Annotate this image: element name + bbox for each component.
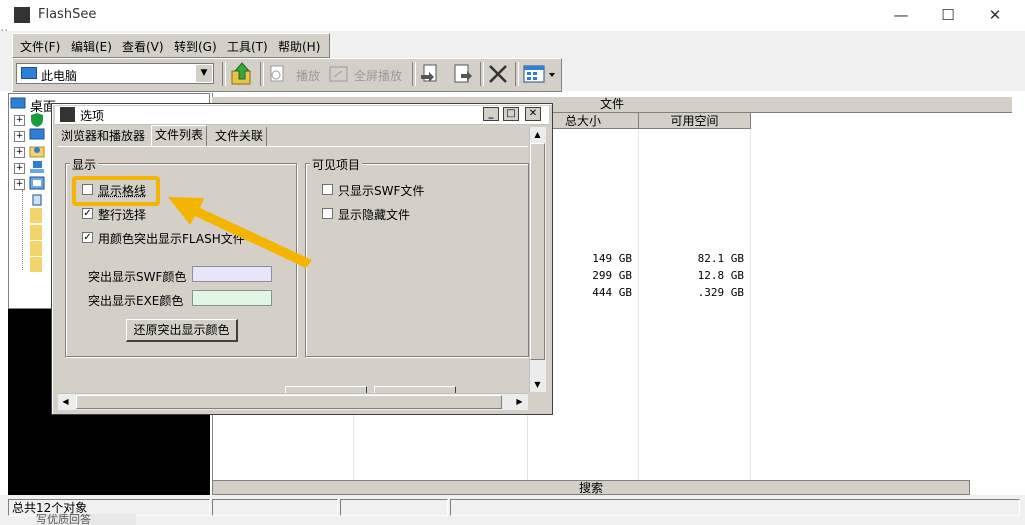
close-button[interactable]: ✕: [972, 2, 1018, 28]
tree-expand-toggle[interactable]: +: [14, 179, 25, 190]
play-icon[interactable]: [268, 64, 288, 84]
restore-highlight-colors-button[interactable]: 还原突出显示颜色: [126, 319, 238, 342]
dialog-title: 选项: [80, 107, 104, 124]
folder-icon: [30, 225, 42, 240]
menu-view[interactable]: 查看(V): [122, 38, 164, 55]
tree-expand-toggle[interactable]: +: [14, 163, 25, 174]
status-cell: [212, 499, 338, 516]
show-hidden-checkbox[interactable]: [322, 208, 333, 219]
location-dropdown[interactable]: 此电脑 ▼: [16, 63, 214, 84]
title-bar: [0, 0, 1025, 31]
shield-icon: [29, 112, 45, 128]
copy-to-icon[interactable]: [418, 62, 442, 86]
menu-help[interactable]: 帮助(H): [278, 38, 320, 55]
scroll-down-arrow[interactable]: ▼: [530, 377, 545, 392]
tree-expand-toggle[interactable]: +: [14, 115, 25, 126]
exe-color-swatch[interactable]: [192, 290, 272, 306]
tab-browser-player[interactable]: 浏览器和播放器: [58, 127, 148, 146]
row-total-size: 444 GB: [560, 286, 632, 299]
toolbar-separator: [222, 62, 226, 86]
scroll-up-arrow[interactable]: ▲: [530, 127, 545, 142]
tree-expand-toggle[interactable]: +: [14, 147, 25, 158]
dialog-close-button[interactable]: ✕: [525, 107, 541, 121]
folder-icon: [30, 208, 42, 223]
monitor-icon: [29, 128, 45, 142]
search-button[interactable]: 搜索: [212, 480, 970, 495]
toolbar-separator: [480, 62, 484, 86]
maximize-button[interactable]: ☐: [925, 2, 971, 28]
tab-file-list[interactable]: 文件列表: [151, 125, 207, 146]
row-free-space: 12.8 GB: [660, 269, 744, 282]
window-title: FlashSee: [38, 7, 96, 22]
tree-guide-line: [22, 190, 24, 270]
swf-only-checkbox[interactable]: [322, 184, 333, 195]
show-hidden-label[interactable]: 显示隐藏文件: [338, 206, 410, 223]
play-button[interactable]: 播放: [296, 67, 320, 89]
visible-items-group-title: 可见项目: [310, 156, 362, 173]
highlight-flash-checkbox[interactable]: ✓: [82, 232, 93, 243]
toolbar-separator: [412, 62, 416, 86]
fullscreen-icon[interactable]: [328, 64, 350, 84]
menu-edit[interactable]: 编辑(E): [71, 38, 112, 55]
bottom-tab[interactable]: 写优质回答: [36, 514, 136, 525]
network-icon: [29, 160, 45, 174]
dialog-app-icon: [60, 107, 75, 122]
move-to-icon[interactable]: [451, 62, 475, 86]
full-row-select-checkbox[interactable]: ✓: [82, 208, 93, 219]
grid-line: [750, 130, 751, 480]
row-free-space: .329 GB: [660, 286, 744, 299]
toolbar-separator: [515, 62, 519, 86]
minimize-button[interactable]: —: [878, 2, 924, 28]
up-folder-icon[interactable]: [230, 61, 254, 87]
desktop-icon: [10, 97, 26, 109]
display-group-title: 显示: [70, 156, 98, 173]
annotation-arrow-icon: [160, 180, 320, 270]
row-free-space: 82.1 GB: [660, 252, 744, 265]
exe-color-label: 突出显示EXE颜色: [88, 292, 183, 309]
user-folder-icon: [29, 144, 45, 158]
folder-icon: [30, 241, 42, 256]
delete-icon[interactable]: [487, 63, 509, 85]
row-total-size: 149 GB: [560, 252, 632, 265]
menu-tools[interactable]: 工具(T): [227, 38, 268, 55]
toolbar-separator: [260, 62, 264, 86]
swf-only-label[interactable]: 只显示SWF文件: [338, 182, 424, 199]
scroll-thumb-horizontal[interactable]: [76, 395, 502, 409]
column-header-free-space[interactable]: 可用空间: [639, 113, 751, 129]
scroll-left-arrow[interactable]: ◀: [58, 394, 73, 409]
computer-icon: [21, 67, 37, 79]
full-row-select-label[interactable]: 整行选择: [98, 206, 146, 223]
location-value: 此电脑: [41, 67, 77, 84]
grid-line: [638, 130, 639, 480]
menu-file[interactable]: 文件(F): [20, 38, 60, 55]
tab-file-association[interactable]: 文件关联: [212, 127, 267, 146]
scroll-thumb[interactable]: [530, 143, 545, 360]
tab-divider: [58, 146, 528, 147]
swf-color-label: 突出显示SWF颜色: [88, 268, 186, 285]
fullscreen-play-button[interactable]: 全屏播放: [354, 67, 402, 89]
folder-icon: [30, 257, 42, 272]
chevron-down-icon[interactable]: ▼: [196, 65, 212, 82]
dialog-title-bar: [55, 106, 549, 125]
menu-goto[interactable]: 转到(G): [174, 38, 217, 55]
row-total-size: 299 GB: [560, 269, 632, 282]
recycle-bin-icon: [30, 192, 44, 206]
view-mode-icon[interactable]: [522, 63, 558, 85]
annotation-highlight-box: [72, 176, 160, 206]
dialog-maximize-button[interactable]: □: [503, 107, 519, 121]
control-panel-icon: [29, 176, 45, 190]
status-cell: [340, 499, 448, 516]
status-cell: [450, 499, 1020, 516]
tree-expand-toggle[interactable]: +: [14, 131, 25, 142]
flashsee-app-icon: [14, 7, 30, 23]
scroll-right-arrow[interactable]: ▶: [512, 394, 527, 409]
dialog-minimize-button[interactable]: _: [483, 107, 499, 121]
